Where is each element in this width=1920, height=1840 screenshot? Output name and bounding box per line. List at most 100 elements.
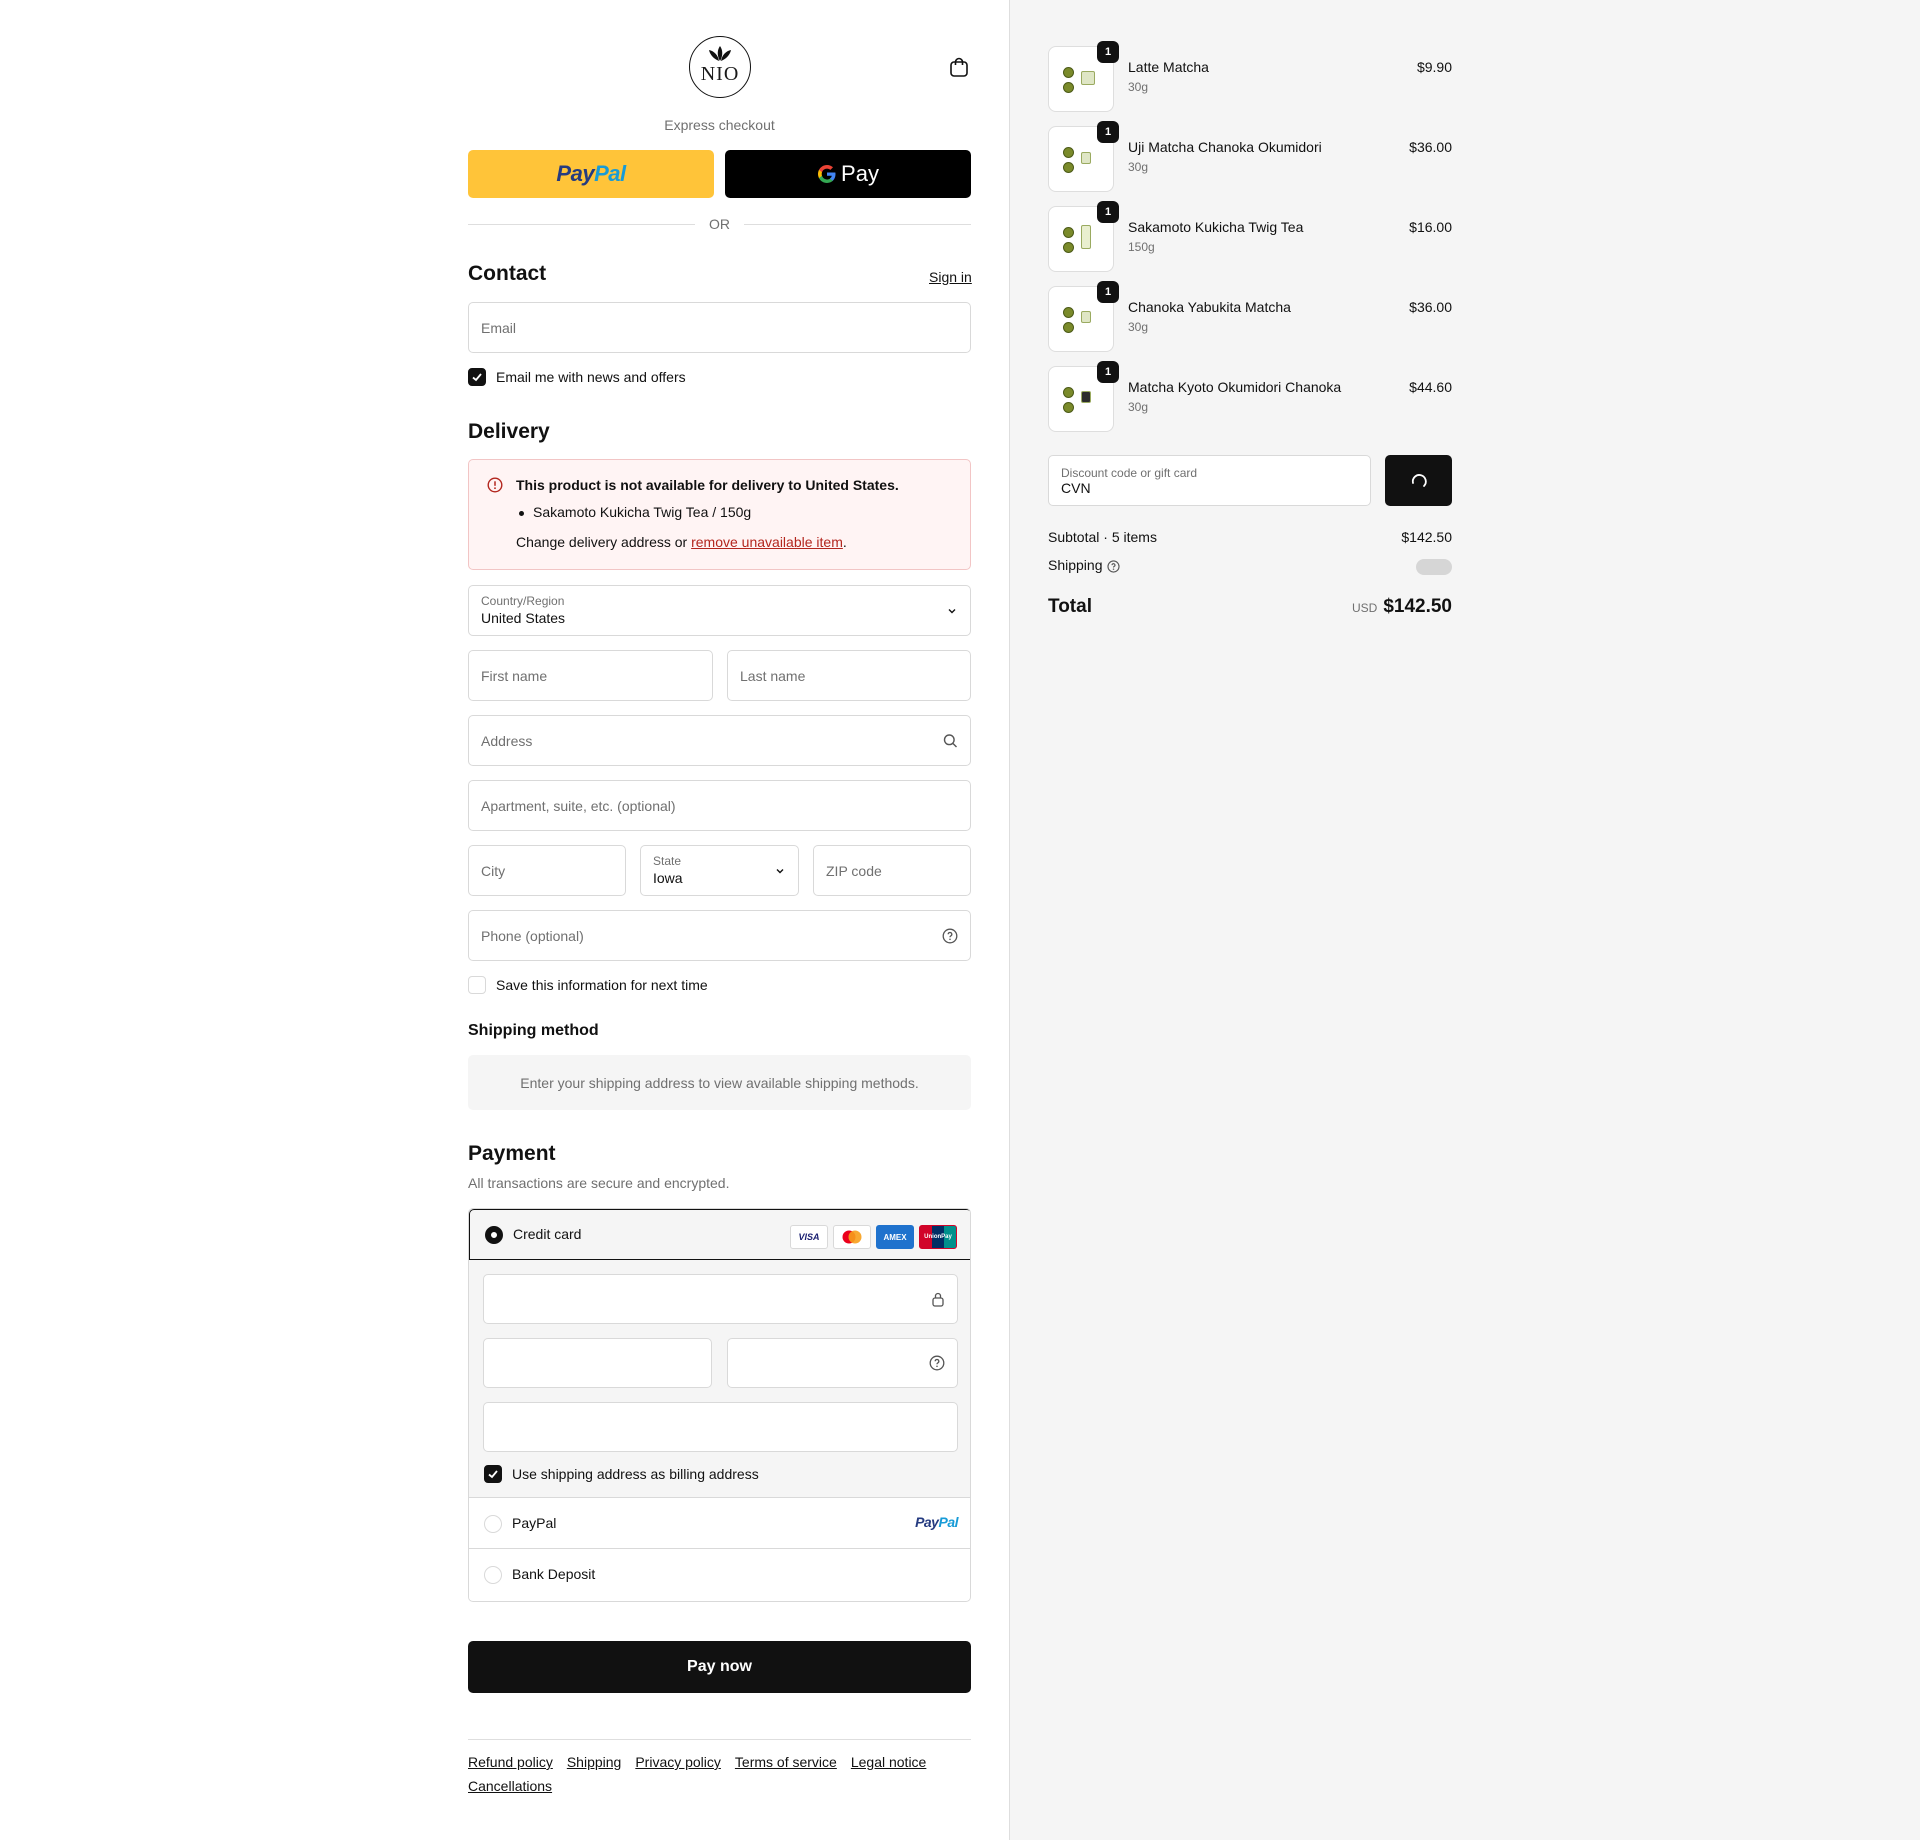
quantity-badge: 1: [1097, 201, 1119, 223]
sign-in-link[interactable]: Sign in: [929, 269, 972, 285]
paypal-option[interactable]: PayPal PayPal: [469, 1499, 970, 1549]
total-row: Total USD $142.50: [1048, 596, 1452, 620]
radio-selected-icon: [485, 1226, 503, 1244]
address-placeholder: Address: [481, 732, 533, 749]
chevron-down-icon: [946, 605, 958, 617]
newsletter-checkbox[interactable]: Email me with news and offers: [468, 368, 686, 386]
discount-label: Discount code or gift card: [1061, 465, 1198, 480]
error-unavailable-item: Sakamoto Kukicha Twig Tea / 150g: [518, 504, 752, 520]
cancellations-link[interactable]: Cancellations: [468, 1778, 552, 1794]
checkbox-checked-icon: [468, 368, 486, 386]
item-variant: 30g: [1128, 80, 1149, 94]
expiration-date-field[interactable]: [483, 1338, 712, 1388]
phone-field[interactable]: Phone (optional): [468, 910, 971, 961]
checkout-form-panel: NIO Express checkout PayPal Pay OR Conta…: [0, 0, 1009, 1840]
state-label: State: [653, 854, 682, 869]
payment-heading: Payment: [468, 1142, 556, 1165]
zip-placeholder: ZIP code: [826, 862, 882, 879]
shipping-link[interactable]: Shipping: [567, 1754, 622, 1770]
credit-card-option[interactable]: Credit card VISA AMEX UnionPay: [469, 1209, 970, 1260]
zip-field[interactable]: ZIP code: [813, 845, 971, 896]
payment-methods: Credit card VISA AMEX UnionPay Use shipp…: [468, 1208, 971, 1602]
address-field[interactable]: Address: [468, 715, 971, 766]
express-checkout-label: Express checkout: [664, 117, 775, 133]
contact-heading: Contact: [468, 262, 547, 285]
discount-code-field[interactable]: Discount code or gift card CVN: [1048, 455, 1371, 506]
alert-circle-icon: [487, 477, 503, 493]
legal-notice-link[interactable]: Legal notice: [851, 1754, 927, 1770]
city-placeholder: City: [481, 862, 506, 879]
subtotal-row: Subtotal · 5 items $142.50: [1048, 529, 1452, 545]
cart-bag-icon[interactable]: [948, 56, 970, 78]
subtotal-label: Subtotal · 5 items: [1048, 529, 1157, 545]
quantity-badge: 1: [1097, 361, 1119, 383]
shipping-label: Shipping: [1048, 557, 1103, 573]
help-circle-icon[interactable]: [929, 1355, 945, 1371]
credit-card-panel: Use shipping address as billing address: [469, 1260, 970, 1498]
first-name-field[interactable]: First name: [468, 650, 713, 701]
or-divider: OR: [468, 216, 971, 232]
credit-card-label: Credit card: [513, 1226, 582, 1242]
list-item: 1 Sakamoto Kukicha Twig Tea 150g $16.00: [1048, 201, 1452, 272]
loading-spinner-icon: [1411, 473, 1427, 487]
state-select[interactable]: State Iowa: [640, 845, 799, 896]
billing-label: Use shipping address as billing address: [512, 1466, 759, 1482]
google-pay-button[interactable]: Pay: [725, 150, 971, 198]
product-thumbnail: 1: [1048, 41, 1119, 112]
item-price: $16.00: [1409, 219, 1452, 235]
total-amount: USD $142.50: [1352, 596, 1452, 618]
delivery-error-banner: This product is not available for delive…: [468, 459, 971, 570]
total-label: Total: [1048, 596, 1092, 617]
product-thumbnail: 1: [1048, 201, 1119, 272]
bank-deposit-option[interactable]: Bank Deposit: [469, 1550, 970, 1600]
last-name-field[interactable]: Last name: [727, 650, 971, 701]
list-item: 1 Latte Matcha 30g $9.90: [1048, 41, 1452, 112]
item-variant: 150g: [1128, 240, 1155, 254]
save-info-label: Save this information for next time: [496, 977, 708, 993]
shipping-method-heading: Shipping method: [468, 1022, 599, 1039]
refund-policy-link[interactable]: Refund policy: [468, 1754, 553, 1770]
checkbox-unchecked-icon: [468, 976, 486, 994]
delivery-heading: Delivery: [468, 420, 550, 443]
item-price: $36.00: [1409, 299, 1452, 315]
quantity-badge: 1: [1097, 281, 1119, 303]
country-select[interactable]: Country/Region United States: [468, 585, 971, 636]
phone-placeholder: Phone (optional): [481, 927, 584, 944]
card-number-field[interactable]: [483, 1274, 958, 1324]
store-logo[interactable]: NIO: [689, 36, 751, 98]
country-label: Country/Region: [481, 594, 565, 609]
privacy-policy-link[interactable]: Privacy policy: [635, 1754, 721, 1770]
help-circle-icon[interactable]: [1107, 560, 1120, 573]
paypal-wordmark: PayPal: [556, 161, 626, 186]
billing-same-checkbox[interactable]: Use shipping address as billing address: [484, 1465, 759, 1483]
apartment-field[interactable]: Apartment, suite, etc. (optional): [468, 780, 971, 831]
amex-card-icon: AMEX: [876, 1225, 914, 1249]
paypal-option-label: PayPal: [512, 1515, 557, 1531]
radio-unselected-icon: [484, 1515, 502, 1533]
security-code-field[interactable]: [727, 1338, 958, 1388]
footer-divider: [468, 1739, 971, 1740]
item-variant: 30g: [1128, 320, 1149, 334]
order-summary-panel: [1009, 0, 1920, 1840]
item-name: Latte Matcha: [1128, 59, 1209, 75]
shipping-method-note: Enter your shipping address to view avai…: [468, 1055, 971, 1110]
product-thumbnail: 1: [1048, 121, 1119, 192]
footer-links: Refund policy Shipping Privacy policy Te…: [468, 1754, 971, 1794]
lock-icon: [931, 1291, 945, 1307]
last-name-placeholder: Last name: [740, 667, 806, 684]
paypal-express-button[interactable]: PayPal: [468, 150, 714, 198]
city-field[interactable]: City: [468, 845, 626, 896]
pay-now-button[interactable]: Pay now: [468, 1641, 971, 1693]
checkbox-checked-icon: [484, 1465, 502, 1483]
email-placeholder: Email: [481, 319, 517, 336]
email-field[interactable]: Email: [468, 302, 971, 353]
help-circle-icon[interactable]: [942, 928, 958, 944]
paypal-logo: PayPal: [915, 1514, 958, 1530]
terms-of-service-link[interactable]: Terms of service: [735, 1754, 837, 1770]
name-on-card-field[interactable]: [483, 1402, 958, 1452]
remove-unavailable-link[interactable]: remove unavailable item: [691, 534, 843, 550]
visa-card-icon: VISA: [790, 1225, 828, 1249]
item-price: $44.60: [1409, 379, 1452, 395]
apply-discount-button[interactable]: [1385, 455, 1452, 506]
save-info-checkbox[interactable]: Save this information for next time: [468, 976, 708, 994]
